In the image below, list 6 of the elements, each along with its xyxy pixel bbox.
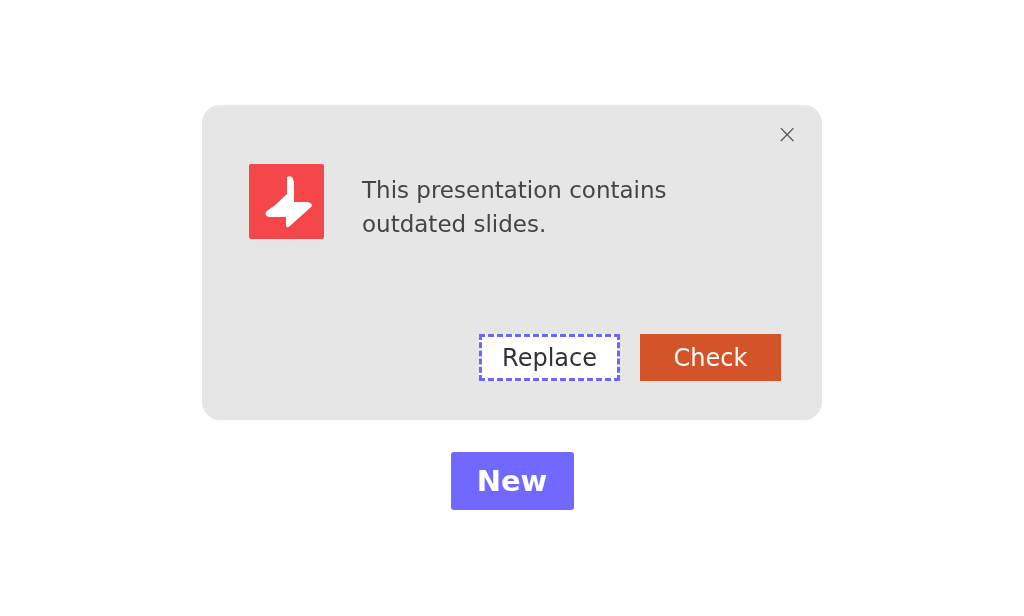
new-button[interactable]: New [450,452,574,510]
check-button[interactable]: Check [640,334,781,381]
replace-button[interactable]: Replace [479,334,620,381]
close-button[interactable]: × [770,119,804,149]
dialog-message: This presentation contains outdated slides. [362,176,668,239]
lightning-icon [249,164,324,239]
